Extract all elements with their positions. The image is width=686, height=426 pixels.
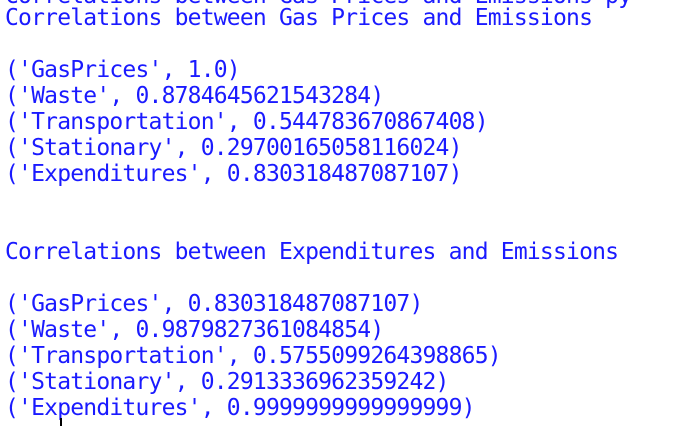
output-row: ('Stationary', 0.2913336962359242) [5, 369, 449, 395]
output-row: ('Expenditures', 0.9999999999999999) [5, 395, 476, 421]
output-row: ('GasPrices', 1.0) [5, 57, 241, 83]
output-row: ('Expenditures', 0.830318487087107) [5, 161, 462, 187]
output-row: ('Waste', 0.9879827361084854) [5, 317, 384, 343]
output-row: ('Transportation', 0.544783670867408) [5, 109, 489, 135]
section-heading-gas-prices: Correlations between Gas Prices and Emis… [5, 5, 593, 31]
output-row: ('GasPrices', 0.830318487087107) [5, 291, 423, 317]
section-heading-expenditures: Correlations between Expenditures and Em… [5, 239, 619, 265]
output-row: ('Waste', 0.8784645621543284) [5, 83, 384, 109]
output-row: ('Stationary', 0.29700165058116024) [5, 135, 462, 161]
output-row: ('Transportation', 0.5755099264398865) [5, 343, 502, 369]
text-cursor [60, 418, 62, 426]
console-output: Correlations between Gas Prices and Emis… [0, 0, 686, 426]
